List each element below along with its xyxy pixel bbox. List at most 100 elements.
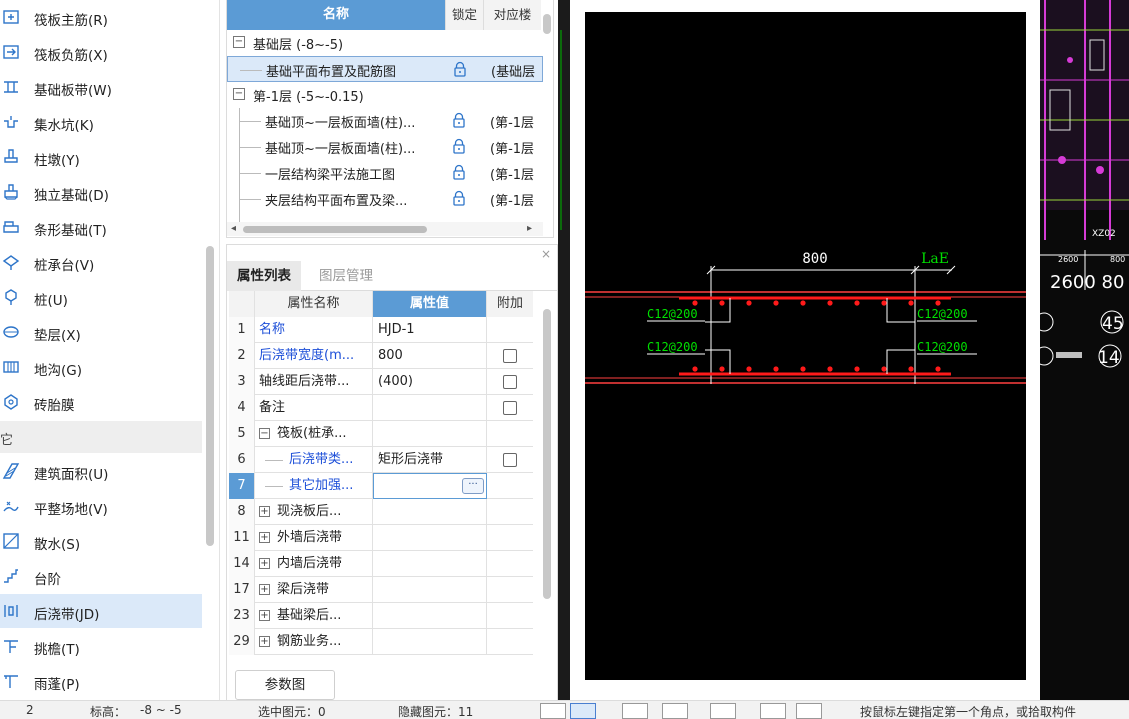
- snap-angle-button[interactable]: [662, 703, 688, 719]
- sidebar-scrollbar[interactable]: [206, 246, 214, 546]
- property-value[interactable]: [373, 395, 487, 421]
- extra-checkbox[interactable]: [503, 375, 517, 389]
- dimension-width-label: 800: [802, 251, 827, 267]
- sidebar-item-building-area[interactable]: 建筑面积(U): [0, 454, 202, 488]
- sidebar-item-trench[interactable]: 地沟(G): [0, 350, 202, 384]
- scroll-left-icon[interactable]: ◂: [231, 223, 236, 234]
- property-extra: [487, 395, 533, 421]
- sidebar-item-label: 建筑面积(U): [34, 467, 109, 483]
- sidebar-item-canopy[interactable]: 雨蓬(P): [0, 664, 202, 698]
- sidebar-item-site-leveling[interactable]: 平整场地(V): [0, 489, 202, 523]
- snap-center-button[interactable]: [710, 703, 736, 719]
- expand-icon[interactable]: +: [259, 558, 270, 569]
- sidebar-item-raft-negative-rebar[interactable]: 筏板负筋(X): [0, 35, 202, 69]
- property-row[interactable]: 23 + 基础梁后...: [229, 603, 533, 629]
- property-row[interactable]: 5− 筏板(桩承...: [229, 421, 533, 447]
- lock-icon[interactable]: [451, 112, 467, 128]
- sidebar-item-column-pier[interactable]: 柱墩(Y): [0, 140, 202, 174]
- snap-cross-button[interactable]: [622, 703, 648, 719]
- drawing-row[interactable]: 基础顶~一层板面墙(柱)... (第-1层: [227, 108, 543, 134]
- column-header-floor[interactable]: 对应楼: [483, 0, 541, 30]
- sidebar-item-cushion-layer[interactable]: 垫层(X): [0, 315, 202, 349]
- property-value[interactable]: [373, 525, 487, 551]
- expand-icon[interactable]: +: [259, 610, 270, 621]
- expand-icon[interactable]: +: [259, 636, 270, 647]
- sidebar-item-isolated-footing[interactable]: 独立基础(D): [0, 175, 202, 209]
- property-value[interactable]: 矩形后浇带: [373, 447, 487, 473]
- drawing-row[interactable]: 一层结构梁平法施工图 (第-1层: [227, 160, 543, 186]
- sidebar-item-strip-footing[interactable]: 条形基础(T): [0, 210, 202, 244]
- sidebar-item-post-cast-strip[interactable]: 后浇带(JD): [0, 594, 202, 628]
- drawing-list-vscrollbar[interactable]: [543, 14, 551, 34]
- lock-icon[interactable]: [452, 61, 468, 77]
- sidebar-item-pile-cap[interactable]: 桩承台(V): [0, 245, 202, 279]
- property-value[interactable]: [373, 603, 487, 629]
- property-row[interactable]: 29 + 钢筋业务...: [229, 629, 533, 655]
- extra-checkbox[interactable]: [503, 349, 517, 363]
- drawing-floor-group[interactable]: − 基础层 (-8~-5): [227, 30, 543, 56]
- tab-layer-manage[interactable]: 图层管理: [309, 261, 383, 291]
- column-header-lock[interactable]: 锁定: [445, 0, 483, 30]
- property-value[interactable]: [373, 421, 487, 447]
- property-value[interactable]: [373, 577, 487, 603]
- param-diagram-button[interactable]: 参数图: [235, 670, 335, 700]
- sidebar-item-raft-main-rebar[interactable]: 筏板主筋(R): [0, 0, 202, 34]
- property-row[interactable]: 2 后浇带宽度(m... 800: [229, 343, 533, 369]
- scroll-right-icon[interactable]: ▸: [527, 223, 532, 234]
- snap-perpendicular-button[interactable]: [760, 703, 786, 719]
- drawing-row[interactable]: 夹层结构平面布置及梁... (第-1层: [227, 186, 543, 212]
- sidebar-item-brick-mold[interactable]: 砖胎膜: [0, 385, 202, 419]
- rebar-dot-bottom: [854, 366, 860, 372]
- tree-connector: [239, 147, 261, 148]
- extra-checkbox[interactable]: [503, 401, 517, 415]
- lock-icon[interactable]: [451, 138, 467, 154]
- sidebar-item-steps[interactable]: 台阶: [0, 559, 202, 593]
- snap-parallel-button[interactable]: [796, 703, 822, 719]
- property-vscrollbar[interactable]: [543, 309, 551, 599]
- property-row[interactable]: 17 + 梁后浇带: [229, 577, 533, 603]
- property-row[interactable]: 3 轴线距后浇带... (400): [229, 369, 533, 395]
- property-value[interactable]: (400): [373, 369, 487, 395]
- collapse-icon[interactable]: −: [233, 88, 245, 100]
- sidebar-item-apron[interactable]: 散水(S): [0, 524, 202, 558]
- snap-toggle-button[interactable]: [540, 703, 566, 719]
- collapse-icon[interactable]: −: [233, 36, 245, 48]
- cad-canvas-edge: [558, 0, 570, 719]
- property-row[interactable]: 11 + 外墙后浇带: [229, 525, 533, 551]
- sidebar-item-foundation-strip[interactable]: 基础板带(W): [0, 70, 202, 104]
- hscroll-thumb[interactable]: [243, 226, 427, 233]
- property-row[interactable]: 4 备注: [229, 395, 533, 421]
- close-icon[interactable]: ×: [541, 247, 551, 261]
- property-value[interactable]: [373, 551, 487, 577]
- sidebar-item-pile[interactable]: 桩(U): [0, 280, 202, 314]
- lock-icon[interactable]: [451, 190, 467, 206]
- drawing-row[interactable]: 基础平面布置及配筋图 (基础层: [227, 56, 543, 82]
- expand-icon[interactable]: +: [259, 506, 270, 517]
- property-value[interactable]: 800: [373, 343, 487, 369]
- sidebar-group-other[interactable]: 它: [0, 421, 202, 453]
- tab-property-list[interactable]: 属性列表: [227, 261, 301, 291]
- extra-checkbox[interactable]: [503, 453, 517, 467]
- cad-drawing-area[interactable]: XZ02 2600 800 2600 80 45 14: [1040, 0, 1129, 700]
- property-value[interactable]: [373, 499, 487, 525]
- property-row[interactable]: 7 其它加强... ···: [229, 473, 533, 499]
- column-header-name[interactable]: 名称: [227, 0, 445, 30]
- property-row[interactable]: 6 后浇带类... 矩形后浇带: [229, 447, 533, 473]
- drawing-row[interactable]: 基础顶~一层板面墙(柱)... (第-1层: [227, 134, 543, 160]
- sidebar-item-sump-pit[interactable]: 集水坑(K): [0, 105, 202, 139]
- property-row[interactable]: 1 名称 HJD-1: [229, 317, 533, 343]
- property-row[interactable]: 8 + 现浇板后...: [229, 499, 533, 525]
- collapse-icon[interactable]: −: [259, 428, 270, 439]
- property-row[interactable]: 14 + 内墙后浇带: [229, 551, 533, 577]
- snap-endpoint-button[interactable]: [570, 703, 596, 719]
- drawing-floor-group[interactable]: − 第-1层 (-5~-0.15): [227, 82, 543, 108]
- lock-icon[interactable]: [451, 164, 467, 180]
- expand-icon[interactable]: +: [259, 532, 270, 543]
- property-value[interactable]: HJD-1: [373, 317, 487, 343]
- property-value[interactable]: ···: [373, 473, 487, 499]
- more-options-button[interactable]: ···: [462, 478, 484, 494]
- drawing-list-hscrollbar[interactable]: ◂ ▸: [227, 222, 543, 236]
- expand-icon[interactable]: +: [259, 584, 270, 595]
- sidebar-item-eave[interactable]: 挑檐(T): [0, 629, 202, 663]
- property-value[interactable]: [373, 629, 487, 655]
